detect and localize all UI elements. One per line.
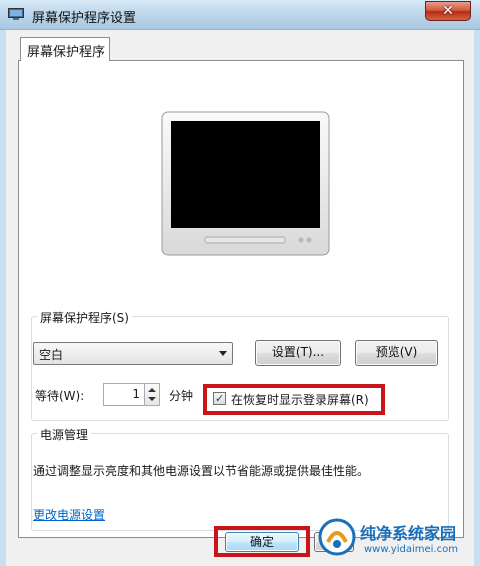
wait-spinner[interactable] bbox=[145, 383, 160, 406]
window-title: 屏幕保护程序设置 bbox=[32, 11, 137, 26]
title-bar: 屏幕保护程序设置 ✕ bbox=[0, 0, 480, 30]
close-button[interactable]: ✕ bbox=[425, 1, 471, 21]
resume-login-label[interactable]: 在恢复时显示登录屏幕(R) bbox=[231, 391, 369, 408]
spin-down-icon[interactable] bbox=[148, 397, 156, 401]
watermark-title: 纯净系统家园 bbox=[360, 524, 457, 543]
monitor-preview bbox=[161, 111, 330, 256]
dialog-body: 屏幕保护程序 屏幕保护程序(S) 空白 设置(T)... 预览(V) 等待(W)… bbox=[6, 30, 474, 566]
minutes-label: 分钟 bbox=[169, 389, 194, 403]
ok-button[interactable]: 确定 bbox=[225, 532, 299, 552]
change-power-settings-link[interactable]: 更改电源设置 bbox=[33, 506, 105, 523]
checkmark-icon: ✓ bbox=[215, 392, 225, 405]
watermark-url: www.yidaimei.com bbox=[364, 544, 458, 555]
wait-minutes-input[interactable]: 1 bbox=[103, 383, 145, 406]
screensaver-group-label: 屏幕保护程序(S) bbox=[37, 309, 132, 326]
settings-button[interactable]: 设置(T)... bbox=[255, 340, 341, 366]
power-group-label: 电源管理 bbox=[37, 426, 92, 443]
watermark: 纯净系统家园 www.yidaimei.com bbox=[318, 516, 478, 562]
display-settings-icon bbox=[8, 8, 24, 20]
spin-up-icon[interactable] bbox=[148, 388, 156, 392]
screensaver-select[interactable]: 空白 bbox=[33, 342, 233, 365]
power-description: 通过调整显示亮度和其他电源设置以节省能源或提供最佳性能。 bbox=[33, 464, 370, 478]
wait-label: 等待(W): bbox=[35, 389, 85, 403]
tab-screensaver[interactable]: 屏幕保护程序 bbox=[20, 37, 110, 61]
screensaver-select-value: 空白 bbox=[39, 348, 64, 362]
watermark-logo-icon bbox=[318, 518, 356, 556]
tab-panel: 屏幕保护程序(S) 空白 设置(T)... 预览(V) 等待(W): 1 分钟 … bbox=[18, 60, 464, 538]
chevron-down-icon bbox=[219, 351, 227, 356]
preview-button[interactable]: 预览(V) bbox=[355, 340, 438, 366]
resume-login-checkbox[interactable]: ✓ bbox=[213, 392, 226, 405]
